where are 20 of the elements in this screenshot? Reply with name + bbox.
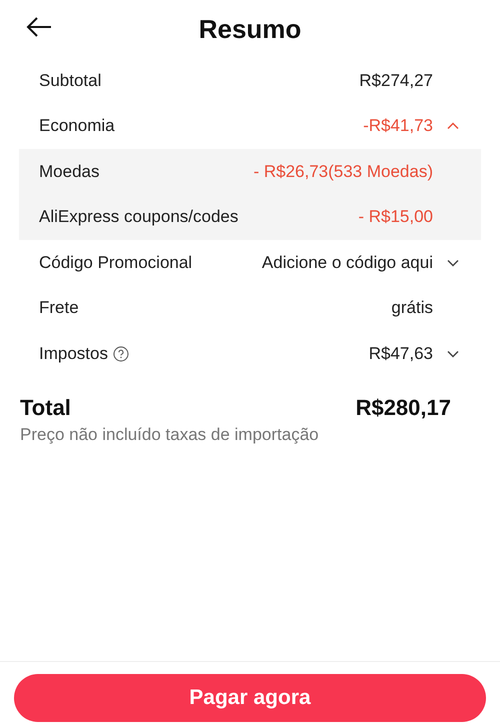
row-label: Código Promocional xyxy=(39,252,192,273)
row-value: R$274,27 xyxy=(359,70,433,91)
row-value: - R$15,00 xyxy=(358,207,433,228)
row-value: -R$41,73 xyxy=(363,116,433,136)
help-icon[interactable] xyxy=(112,346,129,362)
row-value: grátis xyxy=(391,298,433,318)
row-label: Moedas xyxy=(39,162,100,182)
page-title: Resumo xyxy=(198,14,302,44)
pay-now-button[interactable]: Pagar agora xyxy=(14,674,486,722)
row-label: Economia xyxy=(39,116,115,136)
row-value: - R$26,73(533 Moedas) xyxy=(253,162,433,182)
row-label: AliExpress coupons/codes xyxy=(39,207,238,228)
row-label: Impostos xyxy=(39,344,108,364)
row-label: Frete xyxy=(39,298,79,318)
row-label: Subtotal xyxy=(39,70,102,91)
row-value: R$47,63 xyxy=(368,344,433,364)
total-value: R$280,17 xyxy=(356,394,451,420)
import-tax-note: Preço não incluído taxas de importação xyxy=(19,424,320,444)
row-value: Adicione o código aqui xyxy=(262,252,433,273)
total-label: Total xyxy=(20,394,71,420)
